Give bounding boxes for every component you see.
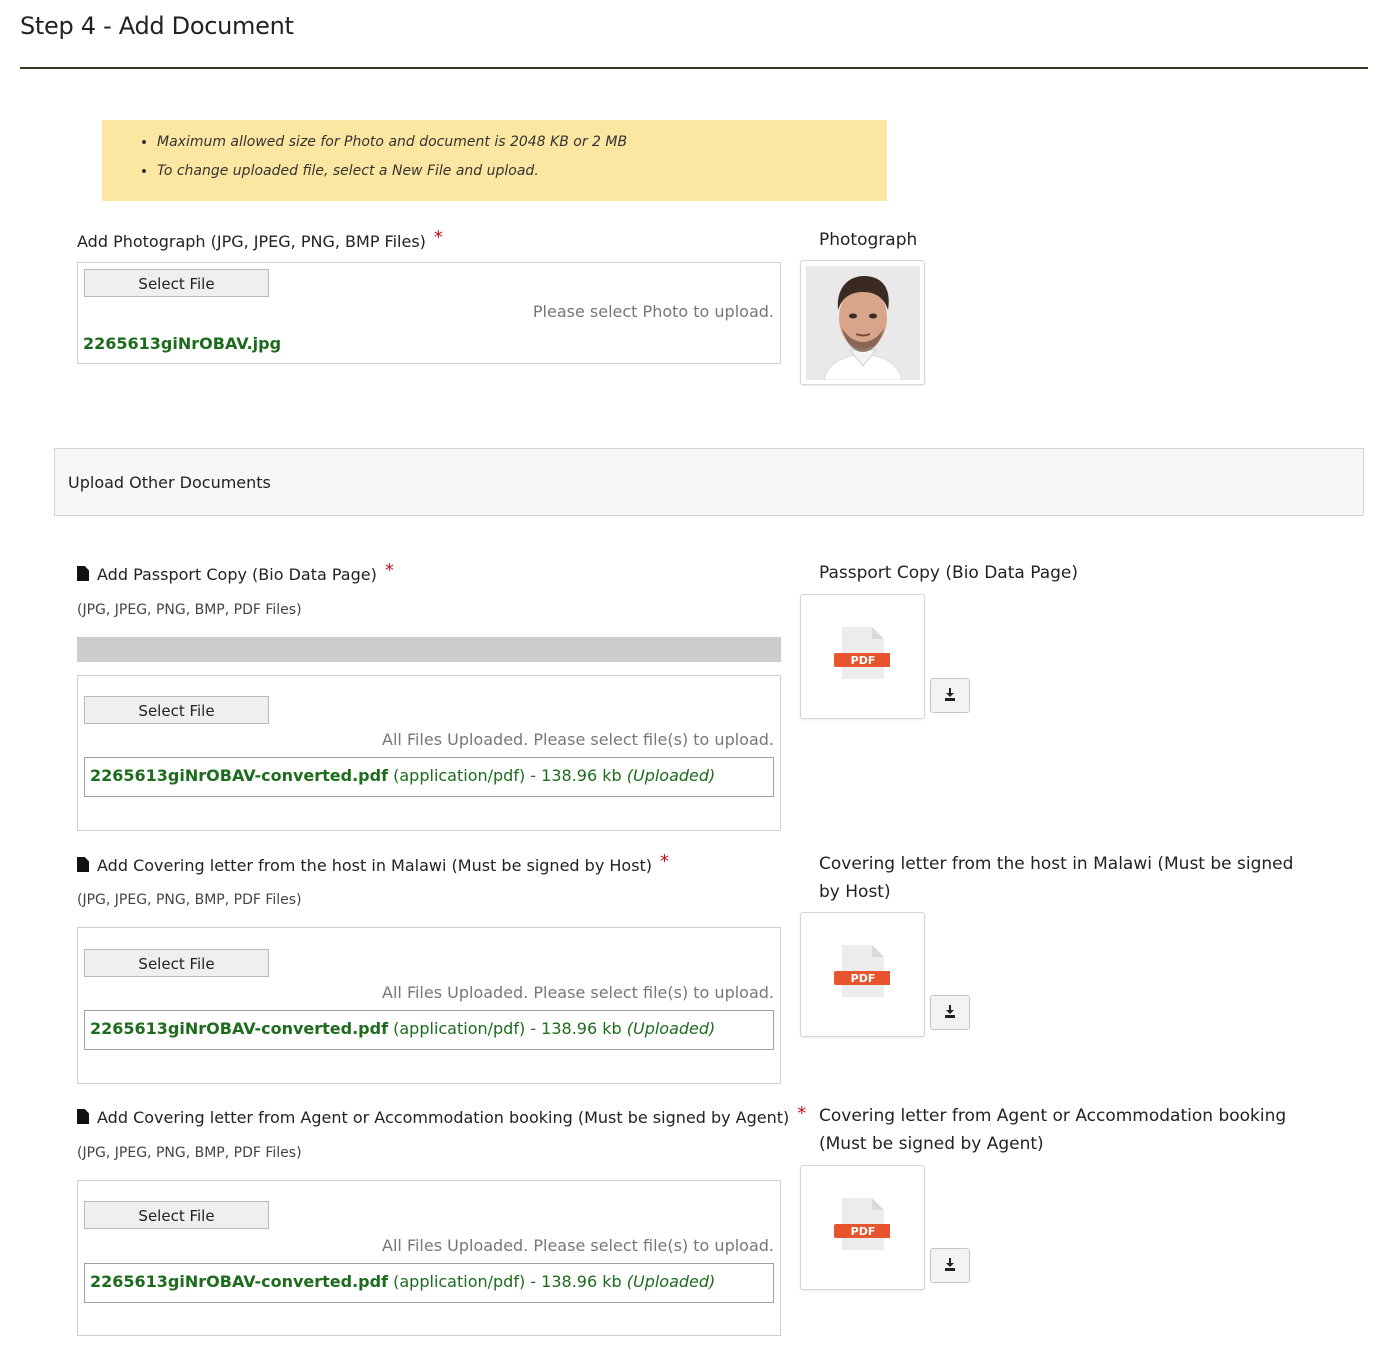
title-divider [20,67,1368,69]
doc-formats: (JPG, JPEG, PNG, BMP, PDF Files) [77,1145,302,1161]
other-documents-panel: Upload Other Documents [54,448,1364,516]
uploaded-file-meta: (application/pdf) - 138.96 kb [388,766,627,785]
download-button[interactable] [930,678,970,713]
uploaded-file-row: 2265613giNrOBAV-converted.pdf (applicati… [84,1010,774,1050]
uploaded-file-row: 2265613giNrOBAV-converted.pdf (applicati… [84,1263,774,1303]
download-button[interactable] [930,995,970,1030]
pdf-badge: PDF [851,972,876,985]
uploaded-file-meta: (application/pdf) - 138.96 kb [388,1019,627,1038]
required-mark: * [797,1103,807,1124]
photo-thumbnail [806,266,920,380]
uploaded-file-status: (Uploaded) [626,1272,716,1291]
doc-preview[interactable]: PDF [800,1165,925,1290]
page-title: Step 4 - Add Document [20,12,294,40]
doc-label: Add Covering letter from the host in Mal… [77,851,669,876]
notice-list: Maximum allowed size for Photo and docum… [102,120,887,186]
doc-label-text: Add Covering letter from Agent or Accomm… [97,1108,790,1127]
doc-upload-box: Select File All Files Uploaded. Please s… [77,675,781,831]
pdf-badge: PDF [851,654,876,667]
notice-item: To change uploaded file, select a New Fi… [157,157,887,186]
download-icon [945,1258,955,1271]
uploaded-file-name: 2265613giNrOBAV-converted.pdf [90,1272,389,1291]
required-mark: * [384,560,394,581]
photo-preview [800,260,925,385]
doc-preview-title: Covering letter from Agent or Accommodat… [819,1106,1287,1154]
doc-preview-title: Passport Copy (Bio Data Page) [819,563,1079,583]
doc-formats: (JPG, JPEG, PNG, BMP, PDF Files) [77,892,302,908]
doc-upload-box: Select File All Files Uploaded. Please s… [77,1180,781,1336]
photo-label: Add Photograph (JPG, JPEG, PNG, BMP File… [77,227,443,252]
doc-label: Add Covering letter from Agent or Accomm… [77,1103,806,1128]
doc-upload-hint: All Files Uploaded. Please select file(s… [382,730,774,749]
required-mark: * [660,851,670,872]
download-button[interactable] [930,1248,970,1283]
pdf-file-icon: PDF [834,627,890,679]
pdf-badge: PDF [851,1225,876,1238]
pdf-file-icon: PDF [834,1198,890,1250]
uploaded-file-name: 2265613giNrOBAV-converted.pdf [90,766,389,785]
doc-upload-box: Select File All Files Uploaded. Please s… [77,927,781,1084]
doc-select-file-button[interactable]: Select File [84,1201,269,1229]
info-notice: Maximum allowed size for Photo and docum… [102,120,887,201]
photo-upload-box: Select File Please select Photo to uploa… [77,262,781,364]
uploaded-file-status: (Uploaded) [626,766,716,785]
uploaded-file-name: 2265613giNrOBAV-converted.pdf [90,1019,389,1038]
required-mark: * [433,227,443,248]
doc-label: Add Passport Copy (Bio Data Page) * [77,560,394,585]
uploaded-file-row: 2265613giNrOBAV-converted.pdf (applicati… [84,757,774,797]
pdf-file-icon: PDF [834,945,890,997]
file-icon [77,857,89,872]
uploaded-file-meta: (application/pdf) - 138.96 kb [388,1272,627,1291]
uploaded-file-status: (Uploaded) [626,1019,716,1038]
doc-upload-hint: All Files Uploaded. Please select file(s… [382,983,774,1002]
doc-preview-title: Covering letter from the host in Malawi … [819,854,1294,902]
upload-progress-bar [77,637,781,662]
photo-select-file-button[interactable]: Select File [84,269,269,297]
photo-label-text: Add Photograph (JPG, JPEG, PNG, BMP File… [77,232,426,251]
download-icon [945,1005,955,1018]
doc-select-file-button[interactable]: Select File [84,696,269,724]
doc-select-file-button[interactable]: Select File [84,949,269,977]
other-documents-title: Upload Other Documents [68,473,271,492]
doc-preview[interactable]: PDF [800,912,925,1037]
doc-label-text: Add Passport Copy (Bio Data Page) [97,565,377,584]
photo-preview-title: Photograph [819,230,918,250]
doc-upload-hint: All Files Uploaded. Please select file(s… [382,1236,774,1255]
doc-label-text: Add Covering letter from the host in Mal… [97,856,653,875]
doc-preview[interactable]: PDF [800,594,925,719]
photo-upload-hint: Please select Photo to upload. [532,302,774,321]
doc-formats: (JPG, JPEG, PNG, BMP, PDF Files) [77,602,302,618]
file-icon [77,1109,89,1124]
photo-filename: 2265613giNrOBAV.jpg [83,334,282,353]
download-icon [945,688,955,701]
notice-item: Maximum allowed size for Photo and docum… [157,128,887,157]
file-icon [77,566,89,581]
